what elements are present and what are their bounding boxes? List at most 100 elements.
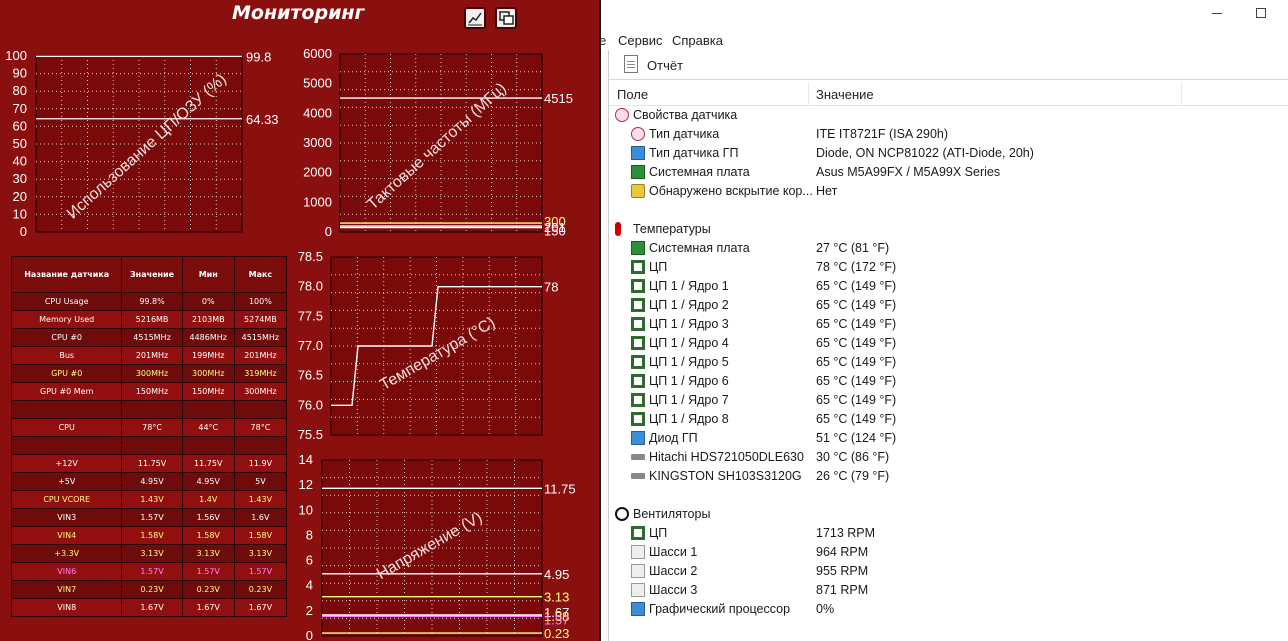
sensor-row[interactable]: Обнаружено вскрытие кор... Нет [609, 182, 1288, 201]
sensor-row[interactable]: Графический процессор 0% [609, 600, 1288, 619]
sensor-table-cell: 2103MB [181, 310, 235, 329]
sensor-table-cell [233, 400, 288, 419]
sensor-row[interactable]: ЦП 1 / Ядро 5 65 °C (149 °F) [609, 353, 1288, 372]
sensor-table-cell: Memory Used [10, 310, 123, 329]
temp-chart-tick-label: 77.5 [298, 308, 323, 323]
motherboard-icon [631, 165, 645, 179]
sensor-table-cell: 78°C [233, 418, 288, 437]
sensor-value: Asus M5A99FX / M5A99X Series [816, 165, 1001, 179]
sensor-row[interactable]: Шасси 2 955 RPM [609, 562, 1288, 581]
sensor-row[interactable]: ЦП 1 / Ядро 4 65 °C (149 °F) [609, 334, 1288, 353]
sensor-row[interactable]: ЦП 1 / Ядро 2 65 °C (149 °F) [609, 296, 1288, 315]
sensor-name: Тип датчика [649, 127, 720, 141]
sensor-row[interactable]: Тип датчика ГП Diode, ON NCP81022 (ATI-Di… [609, 144, 1288, 163]
motherboard-icon [631, 241, 645, 255]
sensor-name: Шасси 2 [649, 564, 698, 578]
sensor-table-cell: 4.95V [121, 472, 183, 491]
sensor-name: ЦП [649, 260, 668, 274]
sensor-table-cell: 1.58V [233, 526, 288, 545]
sensor-row[interactable]: Hitachi HDS721050DLE630 30 °C (86 °F) [609, 448, 1288, 467]
sensor-table-cell: 150MHz [181, 382, 235, 401]
sensor-table-cell: 78°C [121, 418, 183, 437]
usage-chart-tick-label: 0 [20, 224, 27, 239]
sensor-table-cell: 0.23V [121, 580, 183, 599]
sensor-row[interactable]: ЦП 1 / Ядро 6 65 °C (149 °F) [609, 372, 1288, 391]
sensor-row[interactable]: Шасси 3 871 RPM [609, 581, 1288, 600]
sensor-row[interactable]: Диод ГП 51 °C (124 °F) [609, 429, 1288, 448]
column-header: Поле Значение [609, 82, 1288, 106]
volt-chart-tick-label: 0 [306, 628, 313, 641]
sensor-row[interactable]: ЦП 78 °C (172 °F) [609, 258, 1288, 277]
sensor-row[interactable]: Системная плата Asus M5A99FX / M5A99X Ser… [609, 163, 1288, 182]
usage-chart-tick-label: 100 [5, 48, 27, 63]
maximize-button[interactable] [1256, 8, 1266, 18]
sensor-value: 51 °C (124 °F) [816, 431, 897, 445]
menu-item-service[interactable]: Сервис [618, 33, 663, 48]
sensor-name: Графический процессор [649, 602, 791, 616]
sensor-table-cell: 5216MB [121, 310, 183, 329]
sensor-row[interactable]: ЦП 1 / Ядро 8 65 °C (149 °F) [609, 410, 1288, 429]
sensor-table-cell: VIN6 [10, 562, 123, 581]
sensor-table-cell: 300MHz [181, 364, 235, 383]
sensor-table-cell [121, 400, 183, 419]
chip-icon [631, 298, 645, 312]
sensor-name: ЦП 1 / Ядро 3 [649, 317, 729, 331]
hdd-icon [631, 454, 645, 460]
sensor-row[interactable]: ЦП 1 / Ядро 7 65 °C (149 °F) [609, 391, 1288, 410]
sensor-group-row[interactable]: Температуры [609, 220, 1288, 239]
column-divider[interactable] [1181, 82, 1182, 106]
volt-chart-tick-label: 8 [306, 527, 313, 542]
sensor-table-cell [10, 436, 123, 455]
usage-value-label: 64.33 [246, 112, 279, 127]
usage-chart-tick-label: 50 [13, 136, 27, 151]
minimize-button[interactable] [1212, 13, 1222, 14]
sensor-table-cell: +12V [10, 454, 123, 473]
report-icon [624, 55, 638, 73]
sensor-value: 0% [816, 602, 835, 616]
gauge-icon [615, 108, 629, 122]
sensor-table-row [10, 436, 288, 455]
sensor-table-row: CPU #0 4515MHz 4486MHz 4515MHz [10, 328, 288, 347]
sensor-row[interactable]: Системная плата 27 °C (81 °F) [609, 239, 1288, 258]
sensor-value: Diode, ON NCP81022 (ATI-Diode, 20h) [816, 146, 1034, 160]
sensor-group-row[interactable]: Свойства датчика [609, 106, 1288, 125]
sensor-table-cell: 300MHz [121, 364, 183, 383]
sensor-value: 1713 RPM [816, 526, 876, 540]
freq-chart-tick-label: 4000 [303, 105, 332, 120]
volt-chart-tick-label: 10 [299, 502, 313, 517]
freq-value-label: 4515 [544, 91, 573, 106]
sensor-table-cell [233, 436, 288, 455]
menu-item-partial[interactable]: е [599, 33, 606, 48]
column-value[interactable]: Значение [816, 87, 874, 102]
sensor-table-cell: 11.75V [181, 454, 235, 473]
monitoring-panel: Мониторинг 100 90 80 70 60 50 40 30 20 10 0 99.8 64.… [0, 0, 600, 641]
chip-icon [631, 374, 645, 388]
sensor-table-row: VIN3 1.57V 1.56V 1.6V [10, 508, 288, 527]
sensor-table-cell: 99.8% [121, 292, 183, 311]
sensor-table-cell: GPU #0 Mem [10, 382, 123, 401]
sensor-name: Свойства датчика [633, 108, 738, 122]
sensor-row[interactable]: Тип датчика ITE IT8721F (ISA 290h) [609, 125, 1288, 144]
sensor-table-row: VIN4 1.58V 1.58V 1.58V [10, 526, 288, 545]
sensor-table-cell: 0% [181, 292, 235, 311]
temp-chart-tick-label: 77.0 [298, 338, 323, 353]
sensor-table-cell [121, 436, 183, 455]
sensor-table-cell: 11.9V [233, 454, 288, 473]
case-icon [631, 564, 645, 578]
sensor-row[interactable]: ЦП 1 / Ядро 1 65 °C (149 °F) [609, 277, 1288, 296]
sensor-row[interactable]: Шасси 1 964 RPM [609, 543, 1288, 562]
report-button[interactable]: Отчёт [647, 58, 683, 73]
sensor-name: KINGSTON SH103S3120G [649, 469, 802, 483]
sensor-row[interactable]: ЦП 1713 RPM [609, 524, 1288, 543]
sensor-group-row[interactable]: Вентиляторы [609, 505, 1288, 524]
sensor-row[interactable]: ЦП 1 / Ядро 3 65 °C (149 °F) [609, 315, 1288, 334]
column-field[interactable]: Поле [617, 87, 648, 102]
volt-value-label: 3.13 [544, 590, 569, 605]
sensor-name: ЦП [649, 526, 668, 540]
sensor-name: ЦП 1 / Ядро 5 [649, 355, 729, 369]
sensor-row[interactable]: KINGSTON SH103S3120G 26 °C (79 °F) [609, 467, 1288, 486]
column-divider[interactable] [808, 82, 809, 106]
sensor-table-cell: 4486MHz [181, 328, 235, 347]
menu-item-help[interactable]: Справка [672, 33, 723, 48]
sensor-table-column-header: Название датчика [10, 256, 123, 293]
